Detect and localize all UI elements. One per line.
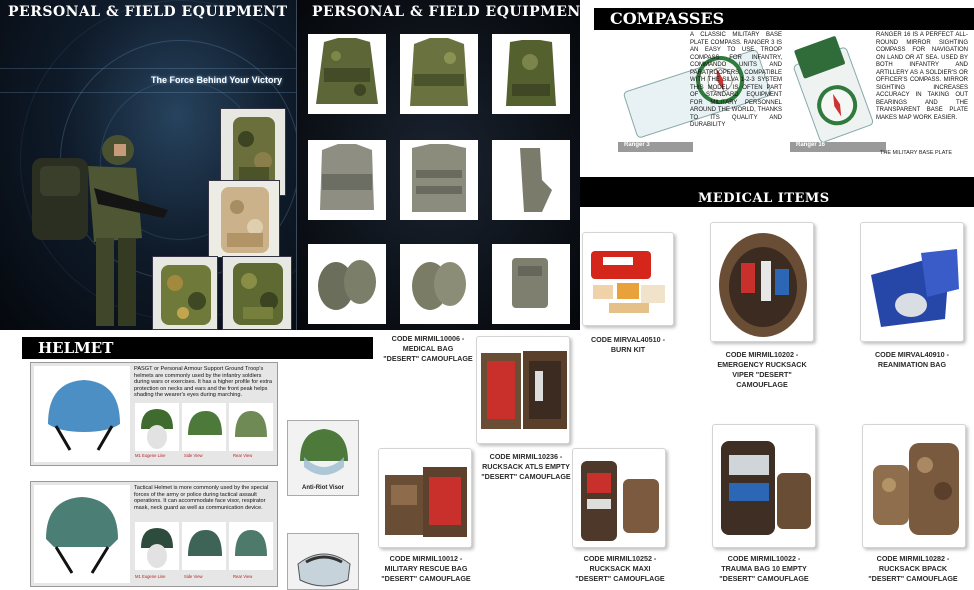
tactical-helmet-image <box>34 485 130 583</box>
rucksack-maxi-image <box>572 448 666 548</box>
section-title-personal-field: PERSONAL & FIELD EQUIPMENT <box>8 4 288 20</box>
compasses-header: COMPASSES <box>594 8 974 30</box>
backpack-image-desert <box>208 180 280 258</box>
tactical-label-3: Rear View <box>233 574 253 579</box>
pouch-image <box>492 244 570 324</box>
emergency-rucksack-image <box>710 222 814 342</box>
knee-pad-image-2 <box>400 244 478 324</box>
pasgt-helmet-panel: PASGT or Personal Armour Support Ground … <box>30 362 278 466</box>
vest-image-woodland-2 <box>400 34 478 114</box>
tagline: The Force Behind Your Victory <box>151 75 283 85</box>
tactical-thumb-side <box>182 522 226 570</box>
caption-atls-rucksack: CODE MIRMIL10236 - RUCKSACK ATLS EMPTY "… <box>481 452 571 481</box>
compass-label-ranger-3: Ranger 3 <box>624 142 650 148</box>
vest-image-digital-2 <box>400 140 478 220</box>
medical-header: MEDICAL ITEMS <box>580 177 974 207</box>
burn-kit-image <box>582 232 674 326</box>
divider <box>296 0 297 330</box>
compass-footnote: The military base plate <box>880 150 953 156</box>
caption-emergency-rucksack: CODE MIRMIL10202 - EMERGENCY RUCKSACK VI… <box>717 350 807 389</box>
tactical-thumb-rear <box>229 522 273 570</box>
vest-image-woodland-3 <box>492 34 570 114</box>
rucksack-bpack-image <box>862 424 966 548</box>
soldier-image <box>32 135 168 326</box>
section-title-helmet: HELMET <box>38 339 114 357</box>
decor-line <box>0 68 296 69</box>
holster-image <box>492 140 570 220</box>
personal-field-banner-right: PERSONAL & FIELD EQUIPMENT <box>296 0 580 330</box>
pasgt-thumb-side <box>182 403 226 451</box>
caption-rucksack-bpack: CODE MIRMIL10282 - RUCKSACK BPACK "DESER… <box>868 554 958 583</box>
caption-trauma-bag: CODE MIRMIL10022 - TRAUMA BAG 10 EMPTY "… <box>719 554 809 583</box>
pasgt-label-3: Rear View <box>233 453 253 458</box>
decor-line <box>0 92 296 93</box>
section-title-personal-field-2: PERSONAL & FIELD EQUIPMENT <box>312 4 580 20</box>
anti-riot-visor-box: Anti-Riot Visor <box>287 420 359 496</box>
pasgt-thumb-rear <box>229 403 273 451</box>
pasgt-helmet-image <box>34 366 130 462</box>
reanimation-bag-image <box>860 222 964 342</box>
anti-riot-visor-label: Anti-Riot Visor <box>302 485 344 491</box>
pasgt-description: PASGT or Personal Armour Support Ground … <box>134 366 273 399</box>
backpack-image-camo-2 <box>222 256 292 330</box>
military-rescue-bag-image <box>378 448 472 548</box>
vest-image-digital-1 <box>308 140 386 220</box>
caption-burn-kit: CODE MIRVAL40510 - BURN KIT <box>590 335 666 354</box>
caption-rucksack-maxi: CODE MIRMIL10252 - RUCKSACK MAXI "DESERT… <box>575 554 665 583</box>
tactical-thumb-front <box>135 522 179 570</box>
atls-rucksack-image <box>476 336 570 444</box>
caption-reanimation-bag: CODE MIRVAL40910 - REANIMATION BAG <box>874 350 950 369</box>
tactical-description: Tactical Helmet is more commonly used by… <box>134 485 269 511</box>
tactical-helmet-panel: Tactical Helmet is more commonly used by… <box>30 481 278 587</box>
helmet-header: HELMET <box>22 337 373 359</box>
caption-medical-bag: CODE MIRMIL10006 - MEDICAL BAG "DESERT" … <box>383 334 473 363</box>
compass-ranger-16-image: Ranger 16 <box>790 30 886 152</box>
caption-military-rescue-bag: CODE MIRMIL10012 - MILITARY RESCUE BAG "… <box>381 554 471 583</box>
tactical-label-2: Side View <box>184 574 203 579</box>
vest-image-woodland-1 <box>308 34 386 114</box>
visor-image-2 <box>287 533 359 590</box>
knee-pad-image-1 <box>308 244 386 324</box>
compass-description-ranger-16: Ranger 16 is a perfect all-round mirror … <box>876 32 968 121</box>
pasgt-label-1: M1 Eugene Line <box>135 453 166 458</box>
compass-label-ranger-16: Ranger 16 <box>796 142 826 148</box>
compass-description-ranger-3: A classic military base plate compass. R… <box>690 32 782 128</box>
personal-field-banner-left: PERSONAL & FIELD EQUIPMENT The Force Beh… <box>0 0 296 330</box>
section-title-medical: MEDICAL ITEMS <box>698 191 830 206</box>
pasgt-label-2: Side View <box>184 453 203 458</box>
tactical-label-1: M1 Eugene Line <box>135 574 166 579</box>
section-title-compasses: COMPASSES <box>610 9 725 28</box>
trauma-bag-image <box>712 424 816 548</box>
backpack-image-camo-1 <box>152 256 218 330</box>
pasgt-thumb-front <box>135 403 179 451</box>
